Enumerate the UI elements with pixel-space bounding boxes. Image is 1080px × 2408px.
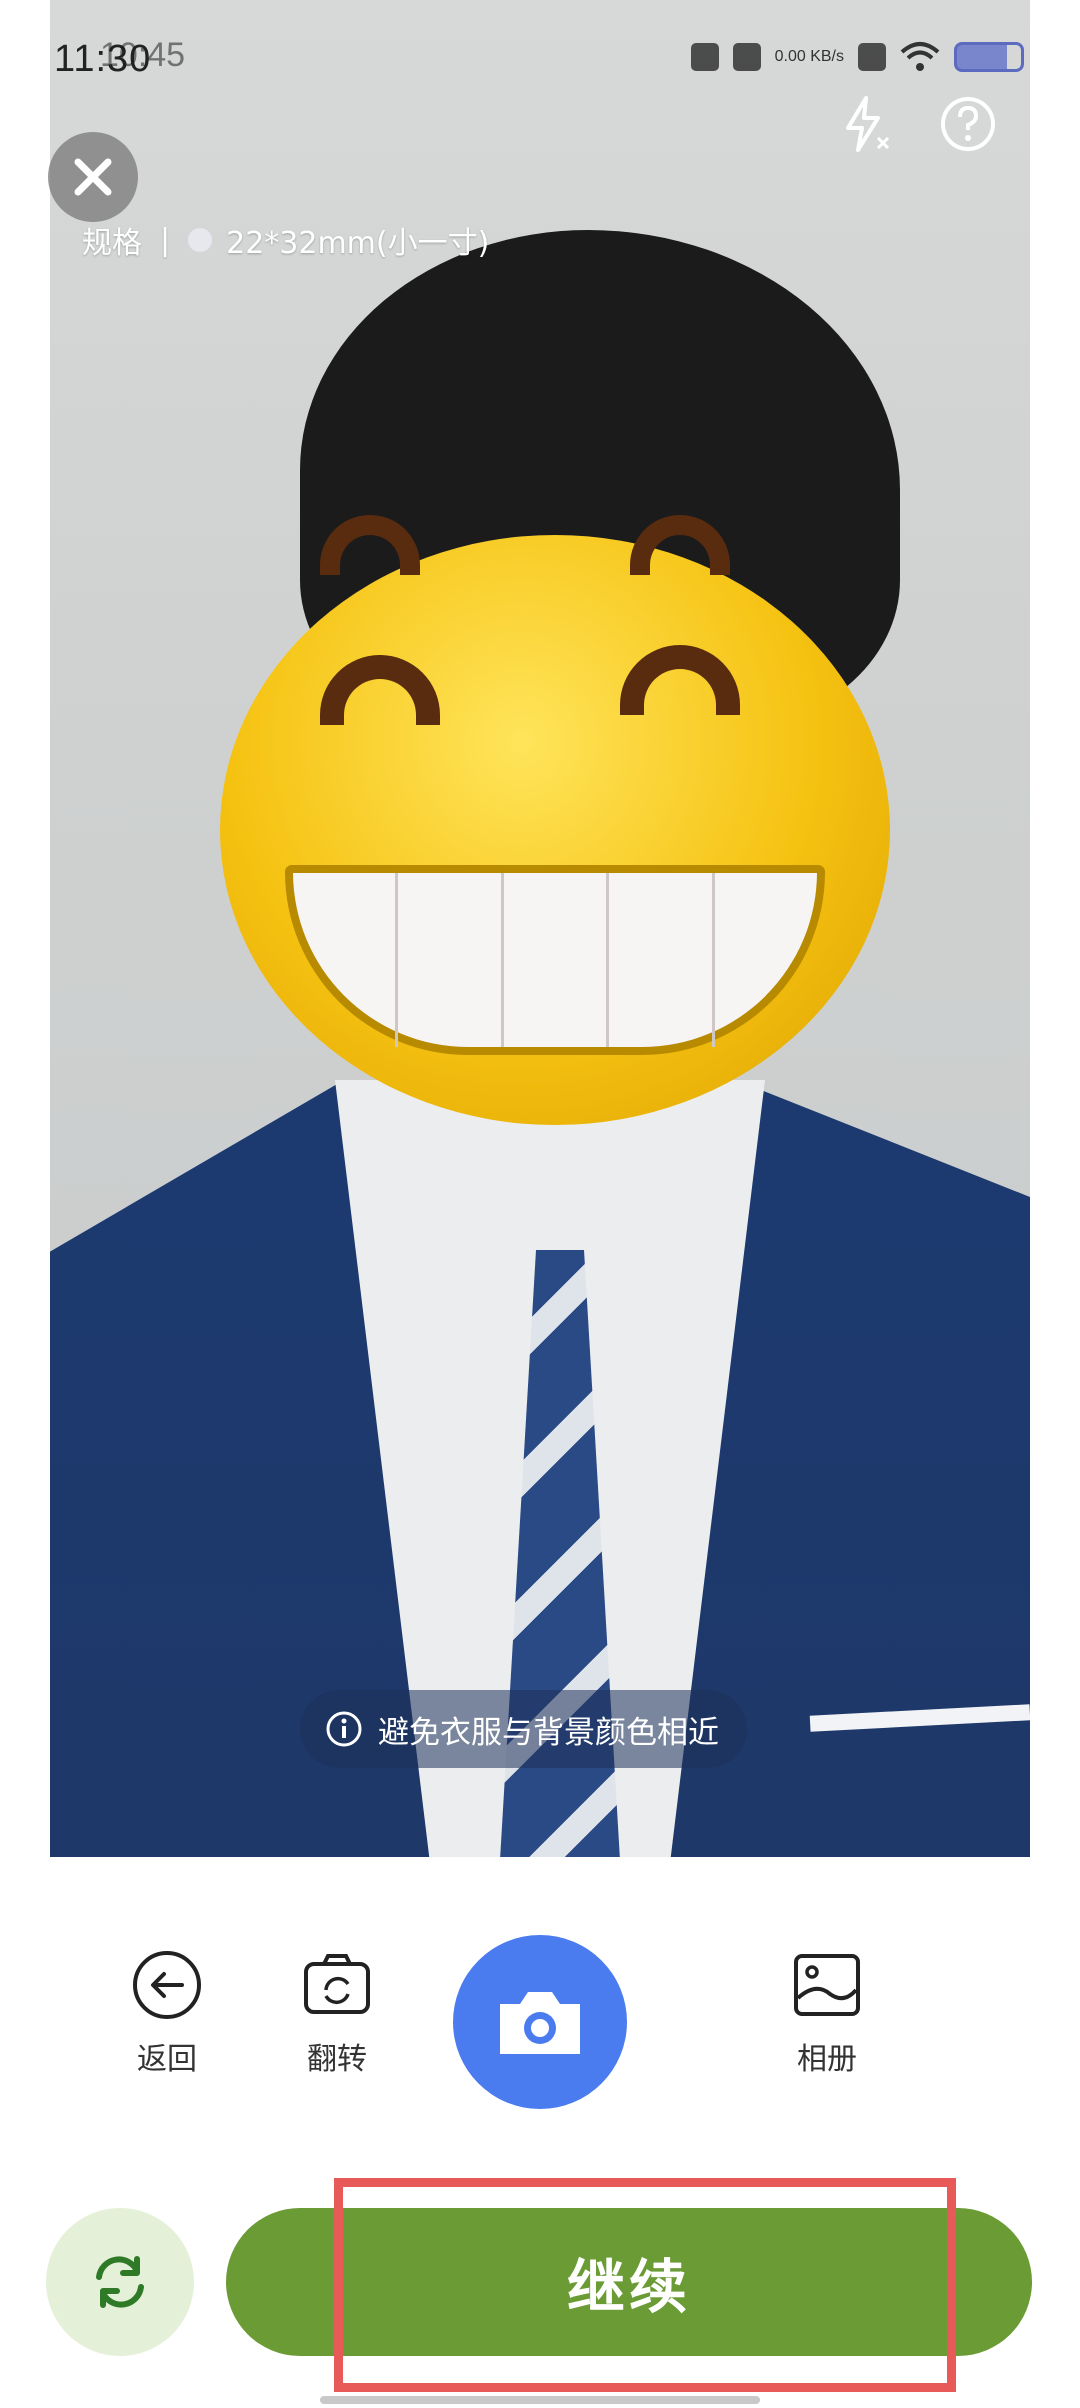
album-label: 相册 (797, 2042, 857, 2077)
help-button[interactable] (936, 92, 1000, 156)
photo-album-icon (794, 1954, 860, 2016)
album-button[interactable]: 相册 (790, 1948, 864, 2078)
mute-status-icon (732, 43, 761, 71)
camera-preview: 避免衣服与背景颜色相近 (50, 0, 1030, 1857)
spec-line: 规格 | 22*32mm(小一寸) (82, 218, 489, 262)
status-icons: 0.00 KB/s (690, 40, 1024, 74)
close-button[interactable] (48, 132, 138, 222)
emoji-left-eye (320, 655, 440, 725)
question-icon (941, 97, 995, 151)
wifi-icon (900, 42, 940, 71)
shutter-button[interactable] (453, 1935, 627, 2109)
back-label: 返回 (137, 2042, 197, 2077)
back-button[interactable]: 返回 (130, 1948, 204, 2078)
battery-icon (954, 42, 1024, 72)
nfc-status-icon (858, 43, 886, 71)
net-speed: 0.00 KB/s (774, 48, 844, 65)
tip-banner: 避免衣服与背景颜色相近 (300, 1690, 747, 1768)
home-indicator (320, 2396, 760, 2404)
emoji-teeth (285, 865, 825, 1055)
grinning-emoji-face-cover (220, 515, 890, 1125)
spec-label: 规格 (82, 226, 142, 261)
refresh-switch-icon (96, 2256, 144, 2308)
spec-value[interactable]: 22*32mm(小一寸) (226, 218, 489, 262)
flip-camera-button[interactable]: 翻转 (300, 1948, 374, 2078)
status-time-overlap: 10:45 (100, 36, 186, 74)
background-color-dot-icon (188, 228, 213, 252)
close-icon (74, 158, 112, 196)
spec-separator: | (160, 222, 171, 258)
tip-text: 避免衣服与背景颜色相近 (378, 1714, 719, 1751)
top-right-actions (832, 92, 1000, 156)
back-arrow-icon (133, 1951, 201, 2019)
flash-off-icon (846, 96, 890, 152)
emoji-right-eye (620, 645, 740, 715)
flip-label: 翻转 (307, 2042, 367, 2077)
camera-icon (500, 1992, 580, 2054)
switch-mode-button[interactable] (46, 2208, 194, 2356)
camera-status-icon (690, 43, 719, 71)
info-icon (326, 1711, 362, 1747)
flash-off-button[interactable] (832, 92, 896, 156)
flip-camera-icon (304, 1954, 370, 2014)
highlight-box (334, 2178, 956, 2392)
